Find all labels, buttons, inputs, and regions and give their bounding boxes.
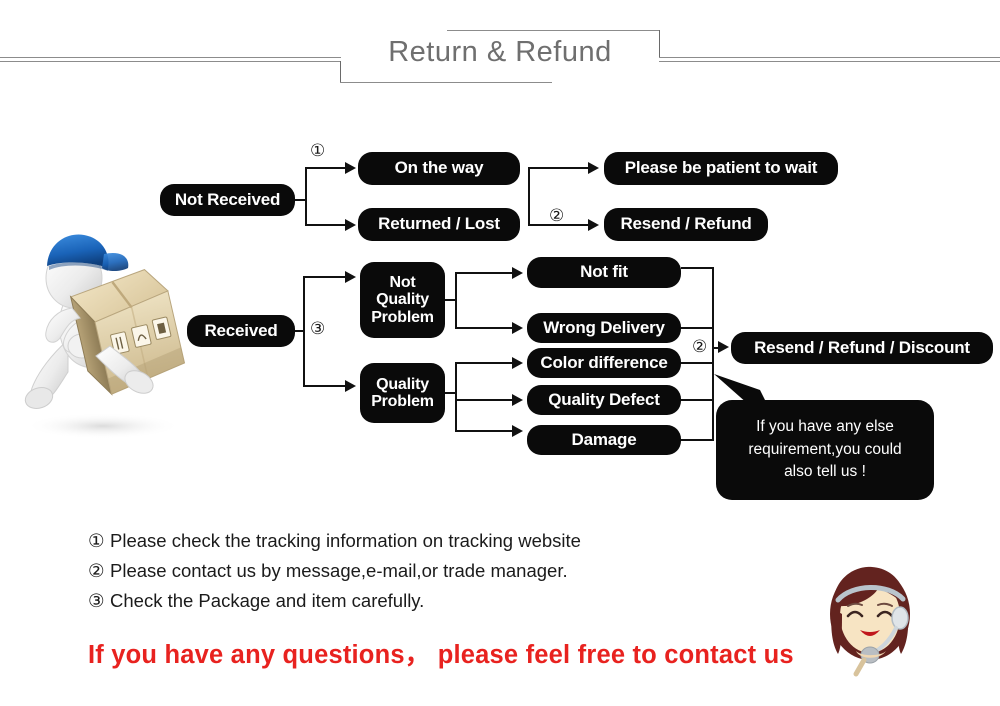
link-merge-color-difference: [681, 362, 714, 364]
link-merge-wrong-delivery: [681, 327, 714, 329]
arrow-to-quality-problem: [345, 380, 356, 392]
link-to-not-fit: [455, 272, 512, 274]
node-quality-problem-line2: Problem: [371, 393, 434, 410]
link-to-damage: [455, 430, 512, 432]
link-to-quality-defect: [455, 399, 512, 401]
note-item-2: ② Please contact us by message,e-mail,or …: [88, 560, 748, 582]
marker-2-top: ②: [549, 206, 565, 225]
page-header: Return & Refund: [0, 0, 1000, 110]
node-not-quality-problem: Not Quality Problem: [360, 262, 445, 338]
returns-flowchart: Not Received ① On the way Returned / Los…: [0, 110, 1000, 510]
node-quality-problem-line1: Quality: [376, 375, 429, 393]
note-item-3: ③ Check the Package and item carefully.: [88, 590, 748, 612]
arrow-to-quality-defect: [512, 394, 523, 406]
node-not-quality-problem-line1: Not: [389, 274, 416, 292]
node-quality-problem: Quality Problem: [360, 363, 445, 423]
note-text-2: Please contact us by message,e-mail,or t…: [110, 560, 568, 581]
marker-1-top: ①: [310, 141, 326, 160]
node-received: Received: [187, 315, 295, 347]
node-not-received: Not Received: [160, 184, 295, 216]
node-color-difference: Color difference: [527, 348, 681, 378]
marker-3: ③: [310, 319, 326, 338]
arrow-to-returned-lost: [345, 219, 356, 231]
link-qp-bracket: [455, 362, 457, 432]
link-to-returned-lost: [305, 224, 345, 226]
node-not-quality-problem-line2: Quality: [376, 291, 429, 309]
note-marker-1: ①: [88, 530, 105, 551]
speech-bubble-line3: also tell us !: [784, 463, 866, 481]
note-text-1: Please check the tracking information on…: [110, 530, 581, 551]
node-on-the-way: On the way: [358, 152, 520, 185]
header-rule-under-title: [340, 82, 552, 83]
node-damage: Damage: [527, 425, 681, 455]
arrow-to-color-difference: [512, 357, 523, 369]
arrow-to-please-wait: [588, 162, 599, 174]
link-not-received-bracket: [305, 168, 307, 226]
infographic-root: Return & Refund Not Received ① On the wa…: [0, 0, 1000, 706]
customer-service-avatar: [812, 556, 932, 686]
node-please-be-patient: Please be patient to wait: [604, 152, 838, 185]
link-top-merge-bracket: [528, 167, 530, 225]
arrow-to-not-quality-problem: [345, 271, 356, 283]
arrow-to-wrong-delivery: [512, 322, 523, 334]
link-to-not-quality-problem: [303, 276, 345, 278]
node-resend-refund-discount: Resend / Refund / Discount: [731, 332, 993, 364]
arrow-to-not-fit: [512, 267, 523, 279]
contact-cta-text: If you have any questions， please feel f…: [88, 641, 794, 669]
marker-2-bottom: ②: [692, 337, 708, 356]
arrow-to-resend-refund: [588, 219, 599, 231]
node-not-quality-problem-line3: Problem: [371, 308, 434, 326]
speech-bubble-line2: requirement,you could: [748, 440, 902, 458]
speech-bubble-line1: If you have any else: [756, 418, 894, 436]
note-item-1: ① Please check the tracking information o…: [88, 530, 748, 552]
note-text-3: Check the Package and item carefully.: [110, 590, 425, 611]
header-rule-over-title: [447, 30, 660, 31]
arrow-to-damage: [512, 425, 523, 437]
link-to-quality-problem: [303, 385, 345, 387]
arrow-to-resend-refund-discount: [718, 341, 729, 353]
link-nqp-bracket: [455, 272, 457, 328]
node-wrong-delivery: Wrong Delivery: [527, 313, 681, 343]
link-to-on-the-way: [305, 167, 345, 169]
node-resend-refund: Resend / Refund: [604, 208, 768, 241]
note-marker-2: ②: [88, 560, 105, 581]
node-not-fit: Not fit: [527, 257, 681, 288]
node-quality-defect: Quality Defect: [527, 385, 681, 415]
link-merge-not-fit: [681, 267, 714, 269]
page-title: Return & Refund: [388, 36, 612, 68]
node-returned-lost: Returned / Lost: [358, 208, 520, 241]
link-to-wrong-delivery: [455, 327, 512, 329]
link-to-color-difference: [455, 362, 512, 364]
speech-bubble: If you have any else requirement,you cou…: [716, 400, 934, 500]
notes-list: ① Please check the tracking information o…: [88, 530, 748, 620]
link-received-bracket: [303, 277, 305, 387]
link-to-please-wait: [528, 167, 588, 169]
arrow-to-on-the-way: [345, 162, 356, 174]
note-marker-3: ③: [88, 590, 105, 611]
